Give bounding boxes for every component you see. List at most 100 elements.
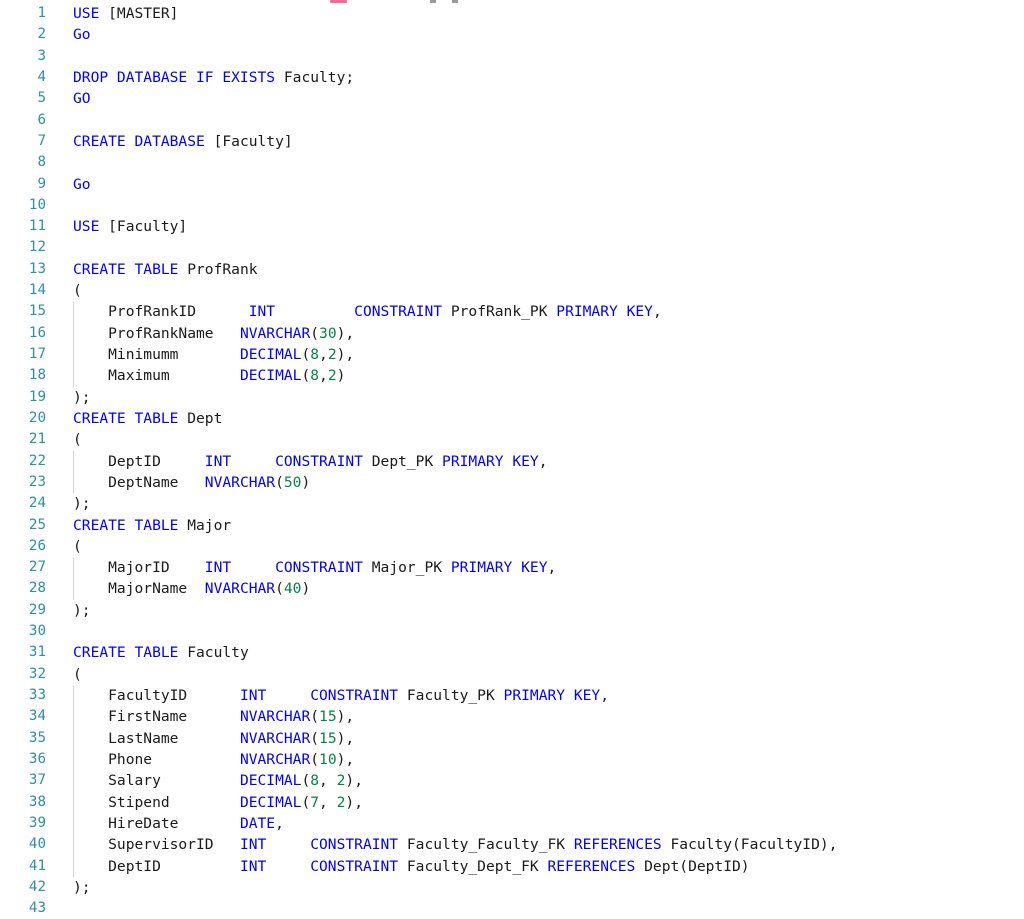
code-line-text[interactable]: DeptID INT CONSTRAINT Dept_PK PRIMARY KE… [73, 451, 547, 472]
code-line[interactable]: 19); [0, 387, 1024, 408]
code-line-text[interactable]: Maximum DECIMAL(8,2) [73, 365, 345, 386]
code-token-id [231, 453, 275, 470]
code-line-text[interactable]: USE [Faculty] [73, 216, 187, 237]
code-line-text[interactable]: CREATE DATABASE [Faculty] [73, 131, 293, 152]
code-token-punc: ( [73, 665, 82, 683]
code-line[interactable]: 30 [0, 621, 1024, 642]
code-line[interactable]: 22 DeptID INT CONSTRAINT Dept_PK PRIMARY… [0, 450, 1024, 472]
code-line[interactable]: 35 LastName NVARCHAR(15), [0, 727, 1024, 749]
code-line-text[interactable]: MajorName NVARCHAR(40) [73, 578, 310, 599]
code-line-text[interactable]: HireDate DATE, [73, 813, 284, 834]
code-token-punc: ); [73, 878, 91, 896]
sql-editor[interactable]: 1 USE [MASTER] 2 Go 3 4 DROP DATABASE IF EXIST… [0, 3, 1024, 916]
line-number: 13 [28, 260, 46, 277]
line-number: 12 [28, 239, 46, 256]
code-line[interactable]: 33 FacultyID INT CONSTRAINT Faculty_PK P… [0, 685, 1024, 707]
code-line[interactable]: 37 Salary DECIMAL(8, 2), [0, 770, 1024, 792]
code-line-text[interactable]: FacultyID INT CONSTRAINT Faculty_PK PRIM… [73, 685, 609, 706]
code-line[interactable]: 42); [0, 877, 1024, 898]
code-line[interactable]: 18 Maximum DECIMAL(8,2) [0, 365, 1024, 387]
code-line-text[interactable]: CREATE TABLE Faculty [73, 642, 249, 663]
code-surface[interactable]: 1 USE [MASTER] 2 Go 3 4 DROP DATABASE IF EXIST… [0, 3, 1024, 916]
code-token-punc: ), [345, 772, 363, 790]
code-token-punc: ), [336, 708, 355, 726]
code-line[interactable]: 3 [0, 46, 1024, 67]
code-line-text[interactable]: FirstName NVARCHAR(15), [73, 706, 354, 727]
code-line[interactable]: 29); [0, 600, 1024, 621]
code-line-text[interactable]: ProfRankID INT CONSTRAINT ProfRank_PK PR… [73, 301, 662, 322]
code-line[interactable]: 4 DROP DATABASE IF EXISTS Faculty; [0, 67, 1024, 88]
code-line-text[interactable]: Minimumm DECIMAL(8,2), [73, 344, 354, 365]
code-line-text[interactable]: ( [73, 280, 82, 301]
code-token-id [275, 303, 354, 320]
code-line-text[interactable]: ); [73, 387, 91, 408]
code-line-text[interactable]: CREATE TABLE Dept [73, 408, 222, 429]
code-line-text[interactable]: Go [73, 24, 91, 45]
code-line[interactable]: 7 CREATE DATABASE [Faculty] [0, 131, 1024, 152]
code-line-text[interactable]: Salary DECIMAL(8, 2), [73, 770, 363, 791]
code-line-text[interactable]: DROP DATABASE IF EXISTS Faculty; [73, 67, 354, 88]
code-line[interactable]: 20 CREATE TABLE Dept [0, 408, 1024, 429]
code-line-text[interactable]: CREATE TABLE ProfRank [73, 259, 258, 280]
code-line-text[interactable]: ( [73, 429, 82, 450]
code-line[interactable]: 21 ( [0, 429, 1024, 450]
code-line-text[interactable]: ( [73, 664, 82, 685]
code-token-punc: ( [301, 793, 311, 811]
code-line[interactable]: 40 SupervisorID INT CONSTRAINT Faculty_F… [0, 834, 1024, 856]
code-line[interactable]: 32 ( [0, 664, 1024, 685]
code-line-text[interactable]: MajorID INT CONSTRAINT Major_PK PRIMARY … [73, 557, 556, 578]
code-line[interactable]: 23 DeptName NVARCHAR(50) [0, 471, 1024, 494]
line-number: 17 [28, 346, 46, 362]
code-line[interactable]: 27 MajorID INT CONSTRAINT Major_PK PRIMA… [0, 557, 1024, 579]
code-line-text[interactable]: Go [73, 174, 91, 195]
code-line[interactable]: 12 [0, 237, 1024, 258]
code-line-text[interactable]: ); [73, 493, 91, 514]
code-line[interactable]: 16 ProfRankName NVARCHAR(30), [0, 322, 1024, 344]
code-line-text[interactable]: LastName NVARCHAR(15), [73, 728, 354, 749]
code-line-text[interactable]: ( [73, 536, 82, 557]
code-token-id: Dept_PK [362, 452, 443, 470]
code-token-kw: PRIMARY KEY [556, 303, 653, 321]
code-token-punc: ( [310, 729, 320, 747]
code-line-text[interactable]: USE [MASTER] [73, 3, 178, 24]
code-line[interactable]: 6 [0, 110, 1024, 131]
code-line-text[interactable]: DeptName NVARCHAR(50) [73, 472, 310, 493]
code-line-text[interactable]: Stipend DECIMAL(7, 2), [73, 792, 363, 813]
line-number: 11 [28, 218, 46, 235]
code-line[interactable]: 34 FirstName NVARCHAR(15), [0, 706, 1024, 728]
code-line-text[interactable]: CREATE TABLE Major [73, 515, 231, 536]
code-line[interactable]: 25 CREATE TABLE Major [0, 515, 1024, 536]
code-line[interactable]: 41 DeptID INT CONSTRAINT Faculty_Dept_FK… [0, 855, 1024, 877]
code-line[interactable]: 10 [0, 195, 1024, 216]
code-line[interactable]: 1 USE [MASTER] [0, 3, 1024, 24]
code-line[interactable]: 36 Phone NVARCHAR(10), [0, 748, 1024, 771]
code-line-text[interactable]: ); [73, 877, 91, 898]
code-line-text[interactable]: DeptID INT CONSTRAINT Faculty_Dept_FK RE… [73, 856, 749, 877]
code-line-text[interactable]: ); [73, 600, 91, 621]
code-line-text[interactable]: GO [73, 88, 91, 109]
code-line[interactable]: 24); [0, 493, 1024, 514]
code-token-id: DeptID [73, 452, 205, 470]
code-line[interactable]: 15 ProfRankID INT CONSTRAINT ProfRank_PK… [0, 301, 1024, 323]
code-line[interactable]: 17 Minimumm DECIMAL(8,2), [0, 344, 1024, 366]
code-line[interactable]: 26 ( [0, 536, 1024, 557]
code-line[interactable]: 13 CREATE TABLE ProfRank [0, 259, 1024, 280]
code-line[interactable]: 5 GO [0, 88, 1024, 109]
code-line[interactable]: 43 [0, 898, 1024, 919]
code-line[interactable]: 9 Go [0, 174, 1024, 195]
code-line[interactable]: 38 Stipend DECIMAL(7, 2), [0, 791, 1024, 813]
code-line-text[interactable]: ProfRankName NVARCHAR(30), [73, 323, 354, 344]
code-line[interactable]: 28 MajorName NVARCHAR(40) [0, 578, 1024, 600]
code-line[interactable]: 11 USE [Faculty] [0, 216, 1024, 237]
line-number: 20 [28, 409, 46, 426]
code-line[interactable]: 8 [0, 152, 1024, 173]
code-token-kw: NVARCHAR [239, 750, 311, 768]
line-number: 40 [28, 836, 46, 853]
code-line-text[interactable]: SupervisorID INT CONSTRAINT Faculty_Facu… [73, 834, 837, 855]
code-line[interactable]: 2 Go [0, 24, 1024, 45]
code-line-text[interactable]: Phone NVARCHAR(10), [73, 749, 354, 770]
code-token-kw: INT [239, 857, 267, 875]
code-line[interactable]: 31 CREATE TABLE Faculty [0, 642, 1024, 663]
code-line[interactable]: 14 ( [0, 280, 1024, 301]
code-line[interactable]: 39 HireDate DATE, [0, 812, 1024, 835]
